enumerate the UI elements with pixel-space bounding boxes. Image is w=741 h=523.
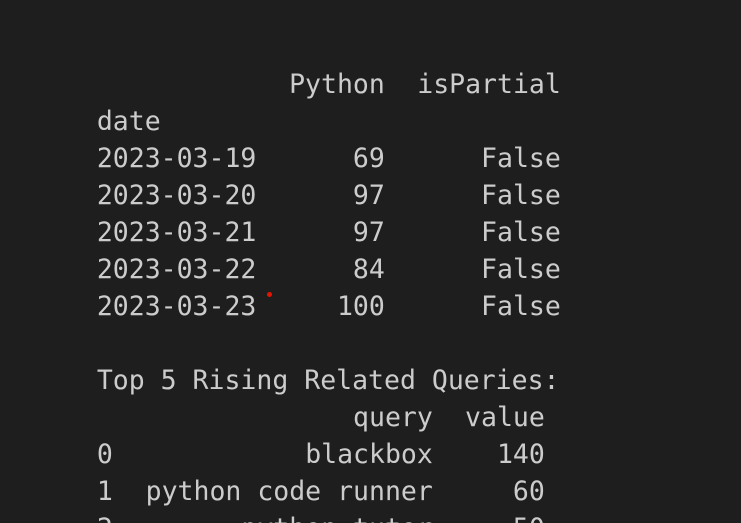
date-cell: 2023-03-23 [96,291,257,322]
value-cell: 50 [433,510,545,523]
query-cell: python code runner [145,476,433,507]
ispartial-cell: False [481,217,561,248]
query-cell: python tutor [113,510,432,523]
python-value-cell: 69 [352,143,385,174]
python-value-cell: 97 [352,217,385,248]
index-cell: 0 [96,439,113,470]
df1-index-name: date [96,106,161,137]
df2-heading-text: Top 5 Rising Related Queries: [96,365,560,396]
ispartial-cell: False [481,143,561,174]
date-cell: 2023-03-22 [96,254,257,285]
index-cell: 1 [96,476,113,507]
index-cell: 2 [97,510,113,523]
date-cell: 2023-03-20 [96,180,257,211]
df1-column-header-ispartial: isPartial [417,69,561,100]
query-cell: blackbox [305,439,433,470]
terminal-output[interactable]: Python isPartial date 2023-03-19 69 False 2… [0,0,741,523]
python-value-cell: 97 [352,180,385,211]
df1-column-header-python: Python [289,69,385,100]
python-value-cell: 84 [352,254,385,285]
df2-heading: Top 5 Rising Related Queries: [33,325,741,396]
cursor-dot [267,292,272,297]
value-cell: 60 [512,476,545,507]
python-value-cell: 100 [336,291,385,322]
df1-header-row: Python isPartial [33,29,741,100]
ispartial-cell: False [481,180,561,211]
ispartial-cell: False [481,254,561,285]
date-cell: 2023-03-21 [96,217,257,248]
date-cell: 2023-03-19 [96,143,257,174]
df2-column-header-value: value [465,402,545,433]
df2-column-header-query: query [353,402,433,433]
value-cell: 140 [496,439,545,470]
ispartial-cell: False [481,291,561,322]
